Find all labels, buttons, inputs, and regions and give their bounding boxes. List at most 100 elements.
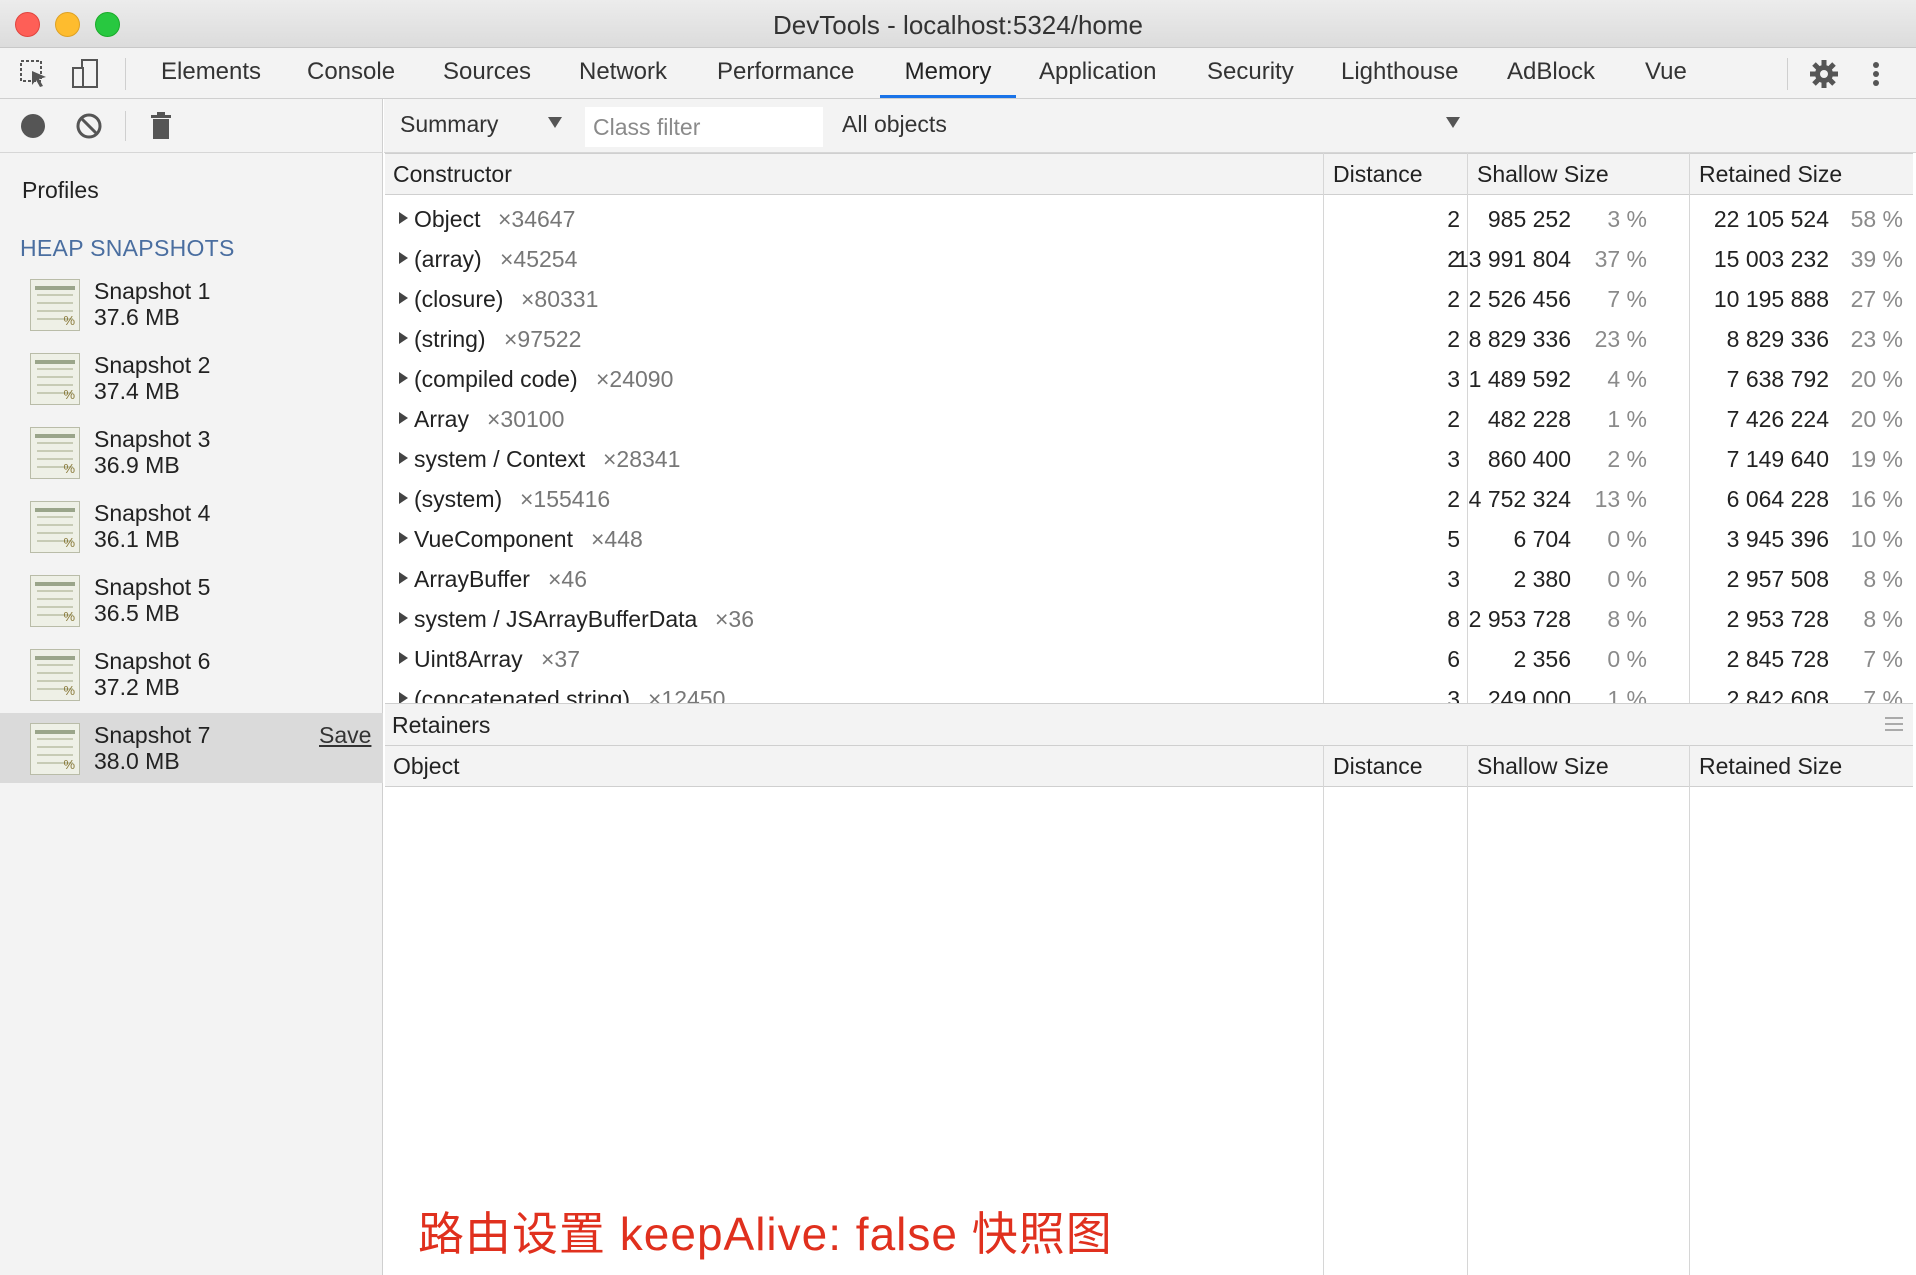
table-row[interactable]: Uint8Array ×37 6 2 356 0 % 2 845 728 7 %	[385, 638, 1913, 678]
shallow-size-percent: 2 %	[1607, 446, 1647, 472]
retained-size-percent: 16 %	[1850, 486, 1903, 512]
instance-count: ×97522	[504, 326, 582, 352]
constructor-name: (compiled code)	[414, 366, 578, 392]
expand-triangle-icon[interactable]	[399, 292, 408, 304]
table-row[interactable]: Object ×34647 2 985 252 3 % 22 105 524 58 %	[385, 198, 1913, 238]
expand-triangle-icon[interactable]	[399, 452, 408, 464]
column-header-retained-size[interactable]: Retained Size	[1699, 161, 1842, 188]
expand-triangle-icon[interactable]	[399, 652, 408, 664]
column-divider	[1323, 745, 1324, 1275]
gear-icon[interactable]	[1808, 58, 1840, 90]
snapshot-item[interactable]: % Snapshot 4 36.1 MB	[0, 491, 383, 561]
expand-triangle-icon[interactable]	[399, 332, 408, 344]
shallow-size-percent: 0 %	[1607, 566, 1647, 592]
column-header-distance[interactable]: Distance	[1333, 753, 1422, 780]
table-row[interactable]: Array ×30100 2 482 228 1 % 7 426 224 20 %	[385, 398, 1913, 438]
tab-elements[interactable]: Elements	[155, 48, 267, 98]
column-header-shallow-size[interactable]: Shallow Size	[1477, 161, 1609, 188]
table-row[interactable]: (concatenated string) ×12450 3 249 000 1 % 2 …	[385, 678, 1913, 703]
shallow-size-percent: 3 %	[1607, 206, 1647, 232]
distance-value: 2	[1447, 326, 1460, 352]
distance-value: 8	[1447, 606, 1460, 632]
caption-annotation: 路由设置 keepAlive: false 快照图	[418, 1208, 1113, 1260]
table-row[interactable]: (compiled code) ×24090 3 1 489 592 4 % 7 638 …	[385, 358, 1913, 398]
instance-count: ×34647	[498, 206, 576, 232]
snapshot-size: 37.4 MB	[94, 378, 180, 404]
instance-count: ×155416	[520, 486, 611, 512]
snapshot-item[interactable]: % Snapshot 1 37.6 MB	[0, 269, 383, 339]
column-header-object[interactable]: Object	[393, 753, 459, 780]
snapshot-name: Snapshot 1	[94, 278, 211, 304]
column-header-constructor[interactable]: Constructor	[393, 161, 512, 188]
shallow-size-value: 13 991 804	[1455, 246, 1571, 272]
tab-performance[interactable]: Performance	[711, 48, 860, 98]
retained-size-value: 15 003 232	[1713, 246, 1829, 272]
retainers-title: Retainers	[392, 712, 491, 738]
objects-select[interactable]: All objects	[842, 111, 947, 138]
tab-network[interactable]: Network	[573, 48, 673, 98]
retained-size-value: 6 064 228	[1726, 486, 1829, 512]
table-row[interactable]: ArrayBuffer ×46 3 2 380 0 % 2 957 508 8 %	[385, 558, 1913, 598]
expand-triangle-icon[interactable]	[399, 372, 408, 384]
tab-security[interactable]: Security	[1201, 48, 1300, 98]
constructors-grid: Constructor Distance Shallow Size Retain…	[385, 153, 1913, 703]
more-options-icon[interactable]	[1868, 58, 1884, 90]
shallow-size-percent: 13 %	[1594, 486, 1647, 512]
tab-sources[interactable]: Sources	[437, 48, 537, 98]
column-header-retained-size[interactable]: Retained Size	[1699, 753, 1842, 780]
tab-application[interactable]: Application	[1033, 48, 1162, 98]
constructor-name: (array)	[414, 246, 482, 272]
table-row[interactable]: (system) ×155416 2 4 752 324 13 % 6 064 228 16…	[385, 478, 1913, 518]
tab-console[interactable]: Console	[301, 48, 401, 98]
expand-triangle-icon[interactable]	[399, 412, 408, 424]
expand-triangle-icon[interactable]	[399, 532, 408, 544]
retainers-grid: Object Distance Shallow Size Retained Si…	[385, 745, 1913, 1275]
tab-adblock[interactable]: AdBlock	[1501, 48, 1601, 98]
table-row[interactable]: system / JSArrayBufferData ×36 8 2 953 728 8…	[385, 598, 1913, 638]
toolbar-divider	[125, 58, 126, 90]
snapshot-item[interactable]: % Snapshot 6 37.2 MB	[0, 639, 383, 709]
constructor-name: (concatenated string)	[414, 686, 631, 703]
save-snapshot-link[interactable]: Save	[319, 722, 371, 749]
column-header-shallow-size[interactable]: Shallow Size	[1477, 753, 1609, 780]
table-row[interactable]: (array) ×45254 2 13 991 804 37 % 15 003 232 39…	[385, 238, 1913, 278]
instance-count: ×448	[591, 526, 643, 552]
constructor-name: VueComponent	[414, 526, 573, 552]
expand-triangle-icon[interactable]	[399, 692, 408, 703]
column-header-distance[interactable]: Distance	[1333, 161, 1422, 188]
snapshot-item[interactable]: % Snapshot 5 36.5 MB	[0, 565, 383, 635]
heap-snapshot-icon: %	[30, 501, 80, 553]
device-toolbar-icon[interactable]	[70, 58, 102, 90]
tab-memory[interactable]: Memory	[880, 48, 1016, 98]
expand-triangle-icon[interactable]	[399, 212, 408, 224]
instance-count: ×12450	[648, 686, 726, 703]
inspect-element-icon[interactable]	[18, 58, 50, 90]
table-row[interactable]: (string) ×97522 2 8 829 336 23 % 8 829 336 23 …	[385, 318, 1913, 358]
expand-triangle-icon[interactable]	[399, 572, 408, 584]
toolbar-divider	[1787, 58, 1788, 90]
expand-triangle-icon[interactable]	[399, 492, 408, 504]
record-icon[interactable]	[20, 113, 46, 145]
grid-header: Object Distance Shallow Size Retained Si…	[385, 745, 1913, 787]
expand-triangle-icon[interactable]	[399, 612, 408, 624]
tab-lighthouse[interactable]: Lighthouse	[1335, 48, 1464, 98]
tab-vue[interactable]: Vue	[1639, 48, 1693, 98]
snapshot-item[interactable]: % Snapshot 2 37.4 MB	[0, 343, 383, 413]
clear-all-icon[interactable]	[76, 113, 102, 145]
shallow-size-value: 482 228	[1487, 406, 1571, 432]
drag-handle-icon[interactable]	[1885, 717, 1903, 731]
snapshot-item[interactable]: % Snapshot 3 36.9 MB	[0, 417, 383, 487]
chevron-down-icon[interactable]	[1446, 117, 1460, 128]
expand-triangle-icon[interactable]	[399, 252, 408, 264]
table-row[interactable]: (closure) ×80331 2 2 526 456 7 % 10 195 888 27…	[385, 278, 1913, 318]
table-row[interactable]: system / Context ×28341 3 860 400 2 % 7 149 6…	[385, 438, 1913, 478]
retained-size-value: 3 945 396	[1726, 526, 1829, 552]
table-row[interactable]: VueComponent ×448 5 6 704 0 % 3 945 396 10 %	[385, 518, 1913, 558]
snapshot-item-selected[interactable]: % Snapshot 7 38.0 MB Save	[0, 713, 383, 783]
instance-count: ×46	[548, 566, 588, 592]
trash-icon[interactable]	[150, 111, 172, 147]
view-select[interactable]: Summary	[400, 111, 498, 138]
class-filter-input[interactable]	[585, 107, 823, 147]
chevron-down-icon[interactable]	[548, 117, 562, 128]
retained-size-value: 2 953 728	[1726, 606, 1829, 632]
